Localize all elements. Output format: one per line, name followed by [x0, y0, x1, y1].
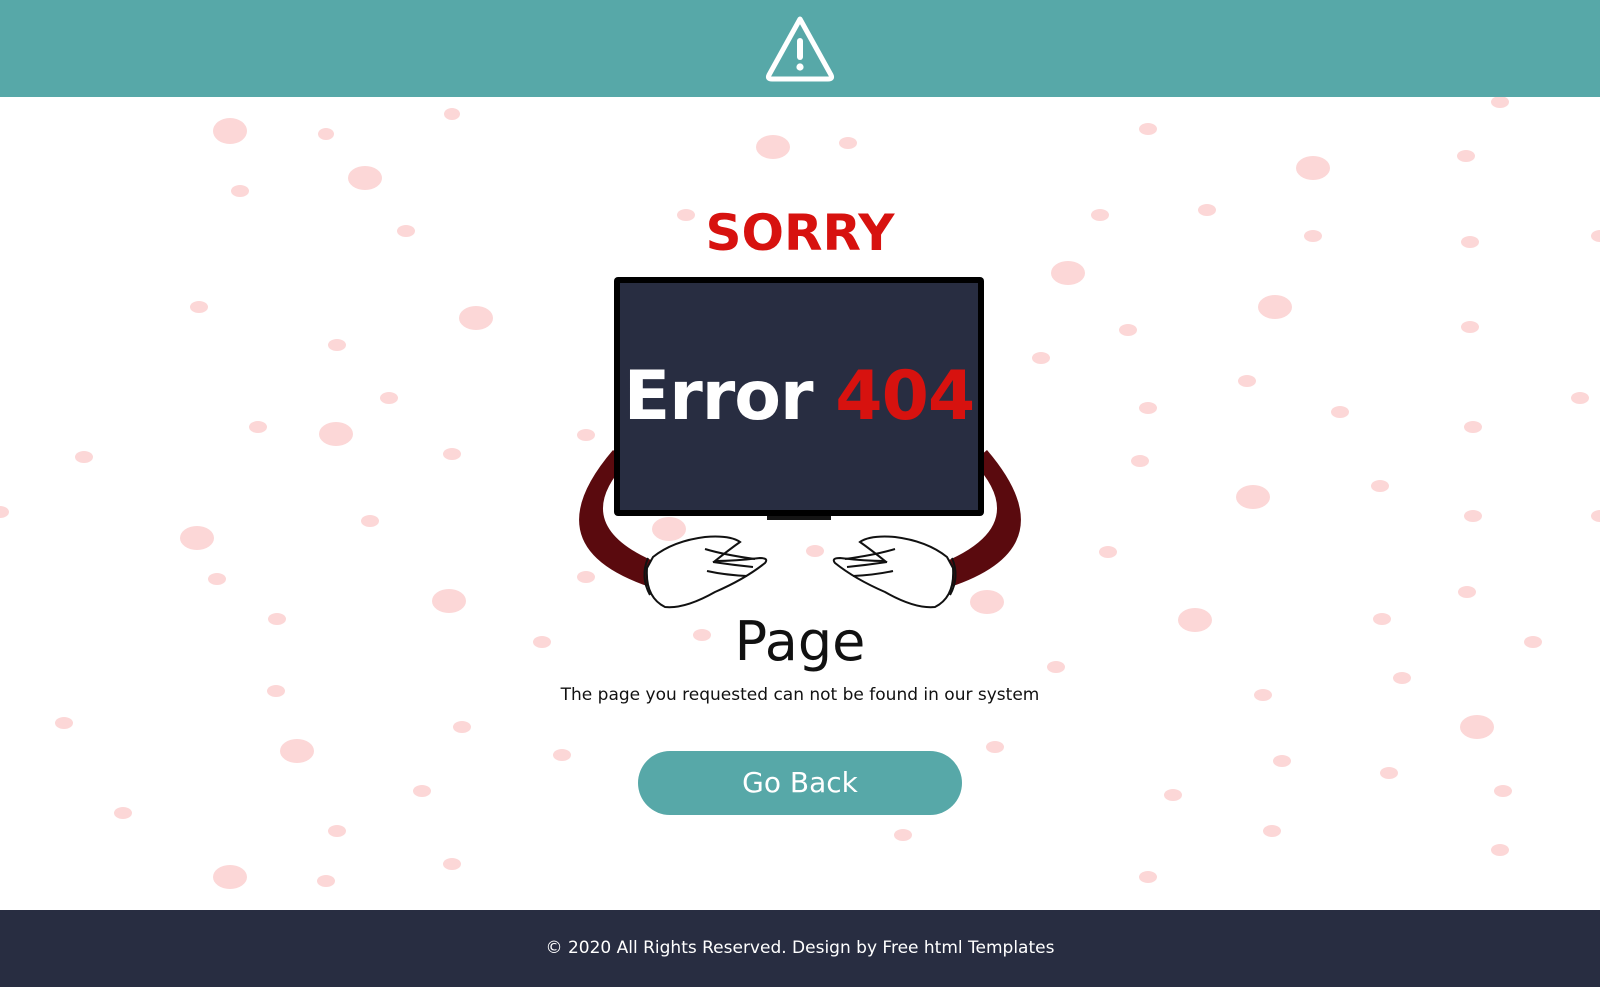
background-dot — [839, 137, 857, 149]
monitor-stand — [767, 516, 831, 520]
background-dot — [213, 865, 247, 889]
page-heading: Page — [734, 610, 866, 673]
background-dot — [756, 135, 790, 159]
background-dot — [1099, 546, 1117, 558]
background-dot — [1178, 608, 1212, 632]
background-dot — [190, 301, 208, 313]
background-dot — [1139, 871, 1157, 883]
background-dot — [231, 185, 249, 197]
footer-bar: © 2020 All Rights Reserved. Design by Fr… — [0, 910, 1600, 987]
background-dot — [1494, 785, 1512, 797]
background-dot — [443, 448, 461, 460]
background-dot — [1139, 123, 1157, 135]
main-content: SORRY Error 404 Page The page you reques… — [0, 97, 1600, 910]
background-dot — [1139, 402, 1157, 414]
background-dot — [55, 717, 73, 729]
background-dot — [1591, 230, 1600, 242]
background-dot — [1373, 613, 1391, 625]
background-dot — [1591, 510, 1600, 522]
background-dot — [1032, 352, 1050, 364]
background-dot — [1460, 715, 1494, 739]
background-dot — [1304, 230, 1322, 242]
background-dot — [1491, 97, 1509, 108]
background-dot — [1051, 261, 1085, 285]
top-header-bar — [0, 0, 1600, 97]
background-dot — [208, 573, 226, 585]
background-dot — [318, 128, 334, 140]
background-dot — [1296, 156, 1330, 180]
background-dot — [1263, 825, 1281, 837]
background-dot — [1393, 672, 1411, 684]
background-dot — [1258, 295, 1292, 319]
background-dot — [1461, 321, 1479, 333]
background-dot — [1571, 392, 1589, 404]
background-dot — [1273, 755, 1291, 767]
background-dot — [986, 741, 1004, 753]
background-dot — [1198, 204, 1216, 216]
background-dot — [1091, 209, 1109, 221]
error-404-text: Error 404 — [623, 357, 975, 436]
background-dot — [1380, 767, 1398, 779]
background-dot — [1457, 150, 1475, 162]
background-dot — [180, 526, 214, 550]
background-dot — [894, 829, 912, 841]
background-dot — [1254, 689, 1272, 701]
background-dot — [1464, 421, 1482, 433]
background-dot — [328, 339, 346, 351]
background-dot — [444, 108, 460, 120]
background-dot — [267, 685, 285, 697]
background-dot — [317, 875, 335, 887]
footer-copyright: © 2020 All Rights Reserved. Design by Fr… — [545, 938, 1055, 958]
error-word: Error — [623, 357, 814, 436]
warning-triangle-icon — [765, 16, 835, 82]
background-dot — [1238, 375, 1256, 387]
background-dot — [280, 739, 314, 763]
background-dot — [1371, 480, 1389, 492]
background-dot — [459, 306, 493, 330]
background-dot — [249, 421, 267, 433]
background-dot — [1047, 661, 1065, 673]
background-dot — [1164, 789, 1182, 801]
monitor-screen: Error 404 — [614, 277, 984, 520]
background-dot — [553, 749, 571, 761]
go-back-button[interactable]: Go Back — [638, 751, 962, 815]
background-dot — [1461, 236, 1479, 248]
background-dot — [380, 392, 398, 404]
background-dot — [1331, 406, 1349, 418]
background-dot — [413, 785, 431, 797]
background-dot — [533, 636, 551, 648]
background-dot — [75, 451, 93, 463]
background-dot — [361, 515, 379, 527]
background-dot — [348, 166, 382, 190]
error-code: 404 — [835, 357, 975, 436]
background-dot — [453, 721, 471, 733]
background-dot — [328, 825, 346, 837]
error-message: The page you requested can not be found … — [560, 685, 1040, 705]
background-dot — [1458, 586, 1476, 598]
background-dot — [213, 118, 247, 144]
background-dot — [319, 422, 353, 446]
background-dot — [1131, 455, 1149, 467]
background-dot — [268, 613, 286, 625]
sorry-heading: SORRY — [705, 204, 895, 262]
background-dot — [1524, 636, 1542, 648]
background-dot — [397, 225, 415, 237]
background-dot — [443, 858, 461, 870]
background-dot — [114, 807, 132, 819]
background-dot — [1491, 844, 1509, 856]
background-dot — [1236, 485, 1270, 509]
background-dot — [1119, 324, 1137, 336]
background-dot — [1464, 510, 1482, 522]
background-dot — [0, 506, 9, 518]
background-dot — [432, 589, 466, 613]
